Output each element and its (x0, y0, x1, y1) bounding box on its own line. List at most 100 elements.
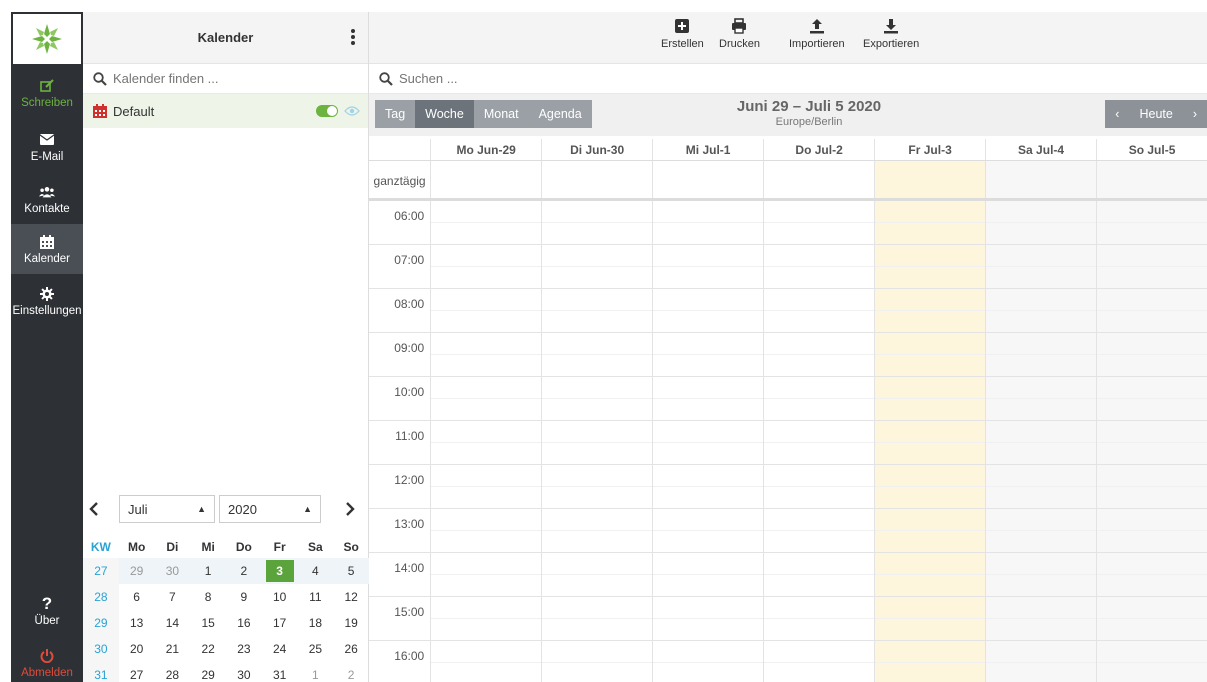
allday-cell[interactable] (985, 161, 1097, 198)
time-slot[interactable] (985, 509, 1097, 552)
day-cell[interactable]: 11 (298, 584, 334, 610)
time-slot[interactable] (874, 289, 986, 332)
create-button[interactable]: Erstellen (661, 18, 704, 50)
day-cell[interactable]: 20 (119, 636, 155, 662)
time-slot[interactable] (763, 201, 875, 244)
calendar-toggle[interactable] (316, 105, 338, 117)
day-cell[interactable]: 17 (262, 610, 298, 636)
time-slot[interactable] (763, 289, 875, 332)
prev-week-button[interactable]: ‹ (1105, 100, 1129, 128)
day-cell[interactable]: 19 (333, 610, 369, 636)
time-slot[interactable] (1096, 421, 1207, 464)
nav-calendar[interactable]: Kalender (11, 224, 83, 274)
eye-icon[interactable] (344, 105, 360, 117)
day-header[interactable]: Do Jul-2 (763, 139, 874, 160)
chevron-right-icon[interactable] (345, 502, 355, 516)
time-slot[interactable] (541, 553, 653, 596)
day-cell[interactable]: 23 (226, 636, 262, 662)
allday-cell[interactable] (1096, 161, 1207, 198)
time-slot[interactable] (652, 553, 764, 596)
time-slot[interactable] (541, 333, 653, 376)
time-slot[interactable] (430, 509, 542, 552)
time-slot[interactable] (652, 597, 764, 640)
day-cell[interactable]: 30 (226, 662, 262, 682)
allday-cell[interactable] (763, 161, 874, 198)
day-cell[interactable]: 5 (333, 558, 369, 584)
time-slot[interactable] (652, 465, 764, 508)
day-cell[interactable]: 27 (119, 662, 155, 682)
time-slot[interactable] (652, 509, 764, 552)
day-cell[interactable]: 21 (155, 636, 191, 662)
view-day[interactable]: Tag (375, 100, 416, 128)
week-number[interactable]: 27 (83, 558, 119, 584)
day-cell[interactable]: 22 (190, 636, 226, 662)
time-slot[interactable] (652, 289, 764, 332)
time-slot[interactable] (541, 289, 653, 332)
time-slot[interactable] (874, 245, 986, 288)
time-slot[interactable] (652, 377, 764, 420)
day-cell[interactable]: 12 (333, 584, 369, 610)
day-cell[interactable]: 1 (190, 558, 226, 584)
time-slot[interactable] (1096, 641, 1207, 682)
time-slot[interactable] (430, 465, 542, 508)
time-slot[interactable] (652, 333, 764, 376)
allday-cell-today[interactable] (874, 161, 986, 198)
export-button[interactable]: Exportieren (863, 18, 919, 50)
allday-cell[interactable] (652, 161, 763, 198)
day-cell[interactable]: 2 (333, 662, 369, 682)
nav-logout[interactable]: Abmelden (11, 638, 83, 682)
time-slot[interactable] (541, 641, 653, 682)
time-slot[interactable] (874, 333, 986, 376)
time-slot[interactable] (874, 597, 986, 640)
time-slot[interactable] (874, 421, 986, 464)
time-slot[interactable] (430, 377, 542, 420)
day-cell[interactable]: 1 (298, 662, 334, 682)
day-cell[interactable]: 25 (298, 636, 334, 662)
time-slot[interactable] (1096, 201, 1207, 244)
time-slot[interactable] (541, 421, 653, 464)
time-slot[interactable] (652, 245, 764, 288)
nav-email[interactable]: E-Mail (11, 122, 83, 172)
time-slot[interactable] (1096, 289, 1207, 332)
time-slot[interactable] (985, 553, 1097, 596)
day-cell[interactable]: 6 (119, 584, 155, 610)
time-slot[interactable] (652, 421, 764, 464)
allday-cell[interactable] (541, 161, 652, 198)
time-slot[interactable] (541, 377, 653, 420)
time-slot[interactable] (430, 201, 542, 244)
time-slot[interactable] (763, 465, 875, 508)
event-search-input[interactable] (399, 71, 699, 86)
day-cell[interactable]: 28 (155, 662, 191, 682)
time-slot[interactable] (1096, 597, 1207, 640)
next-week-button[interactable]: › (1183, 100, 1207, 128)
day-cell[interactable]: 26 (333, 636, 369, 662)
time-slot[interactable] (985, 597, 1097, 640)
today-button[interactable]: Heute (1129, 100, 1182, 128)
day-header[interactable]: Sa Jul-4 (985, 139, 1096, 160)
day-cell[interactable]: 14 (155, 610, 191, 636)
week-number[interactable]: 31 (83, 662, 119, 682)
time-slot[interactable] (541, 201, 653, 244)
time-slot[interactable] (1096, 377, 1207, 420)
chevron-left-icon[interactable] (89, 502, 99, 516)
time-slot[interactable] (763, 333, 875, 376)
time-slot[interactable] (763, 377, 875, 420)
time-slot[interactable] (874, 553, 986, 596)
time-slot[interactable] (430, 421, 542, 464)
time-slot[interactable] (985, 333, 1097, 376)
week-number[interactable]: 30 (83, 636, 119, 662)
day-cell[interactable]: 18 (298, 610, 334, 636)
day-header[interactable]: Fr Jul-3 (874, 139, 985, 160)
time-slot[interactable] (874, 377, 986, 420)
time-slot[interactable] (985, 421, 1097, 464)
time-slot[interactable] (1096, 509, 1207, 552)
kebab-menu-icon[interactable] (350, 28, 356, 46)
time-slot[interactable] (541, 509, 653, 552)
week-number[interactable]: 28 (83, 584, 119, 610)
day-cell[interactable]: 8 (190, 584, 226, 610)
view-week[interactable]: Woche (415, 100, 474, 128)
day-header[interactable]: Mo Jun-29 (430, 139, 541, 160)
day-cell[interactable]: 15 (190, 610, 226, 636)
time-slot[interactable] (763, 597, 875, 640)
time-slot[interactable] (985, 465, 1097, 508)
